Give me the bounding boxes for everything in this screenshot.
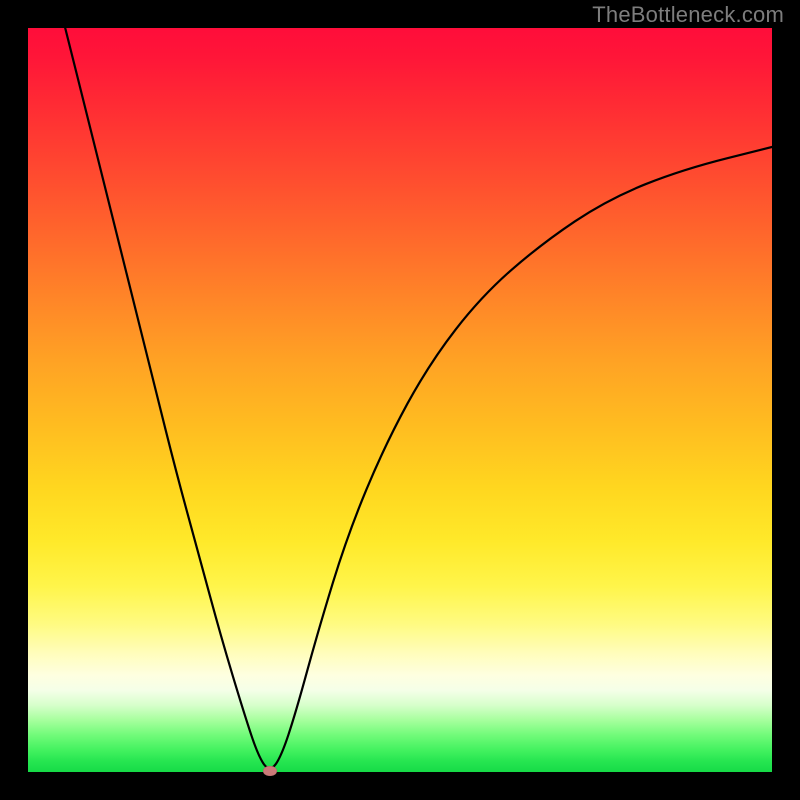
bottleneck-curve xyxy=(28,28,772,772)
plot-area xyxy=(28,28,772,772)
watermark-text: TheBottleneck.com xyxy=(592,2,784,28)
chart-frame: TheBottleneck.com xyxy=(0,0,800,800)
minimum-marker xyxy=(263,766,277,776)
